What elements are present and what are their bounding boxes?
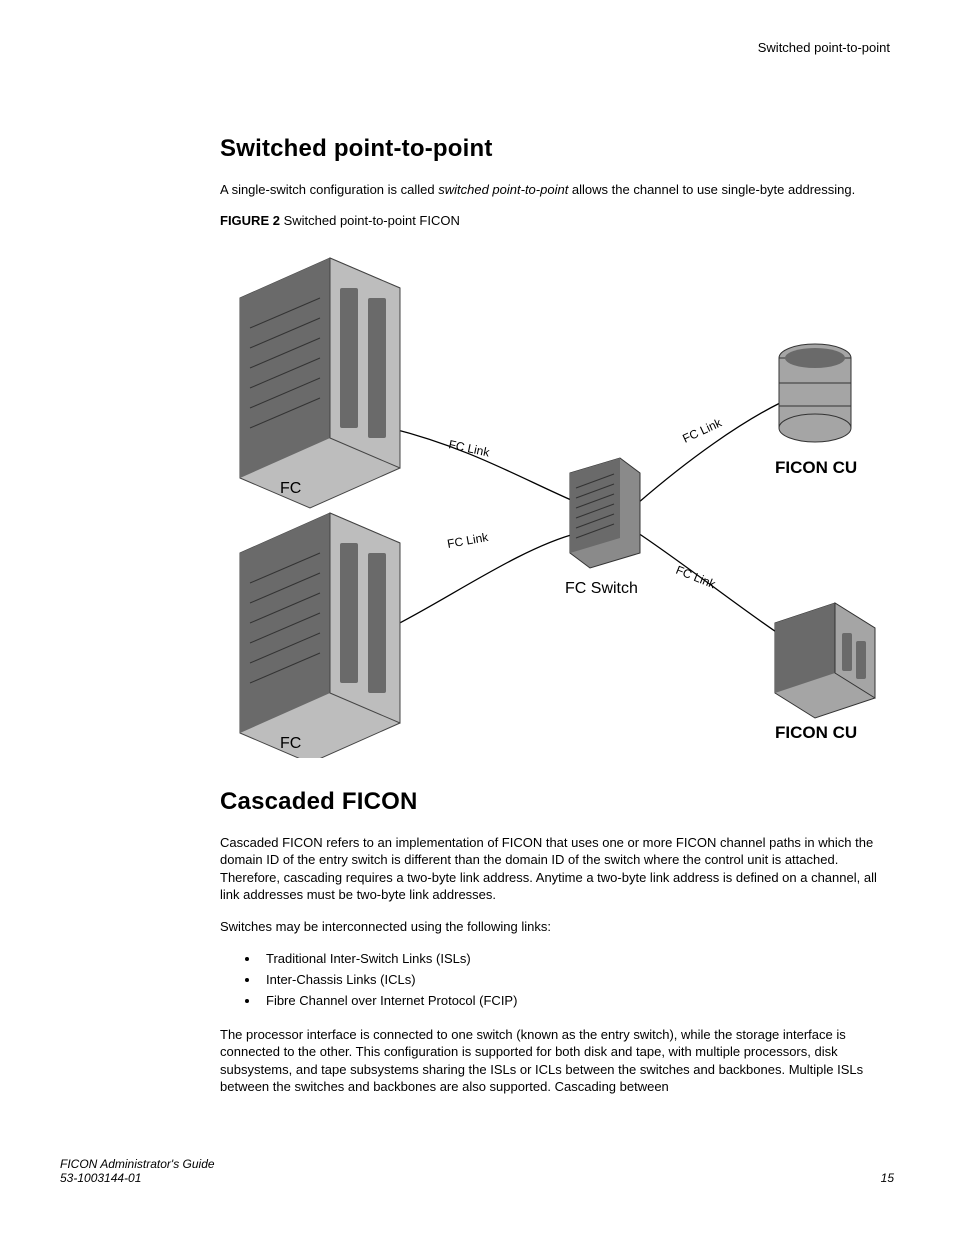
figure2-caption: FIGURE 2 Switched point-to-point FICON xyxy=(220,213,890,228)
page-container: Switched point-to-point Switched point-t… xyxy=(0,0,954,1235)
figure2-svg: FC Link FC Link FC Link FC Link xyxy=(220,238,900,758)
para-cascaded-2: Switches may be interconnected using the… xyxy=(220,918,890,936)
server-rack-bottom xyxy=(240,513,400,758)
ficon-cu-top-icon xyxy=(779,344,851,442)
list-item: Inter-Chassis Links (ICLs) xyxy=(260,970,890,991)
para-cascaded-1: Cascaded FICON refers to an implementati… xyxy=(220,834,890,904)
para-cascaded-3: The processor interface is connected to … xyxy=(220,1026,890,1096)
figure2-label: FIGURE 2 xyxy=(220,213,280,228)
content-column: Switched point-to-point A single-switch … xyxy=(220,135,890,1096)
wire-cu-top xyxy=(638,403,780,503)
ficon-cu-top-label: FICON CU xyxy=(775,458,857,477)
wire-fc-bottom xyxy=(390,533,578,628)
server-rack-top xyxy=(240,258,400,508)
heading-cascaded-ficon: Cascaded FICON xyxy=(220,788,890,816)
fc-link-label-4: FC Link xyxy=(674,562,719,591)
page-footer: FICON Administrator's Guide 53-1003144-0… xyxy=(60,1157,894,1185)
figure2-caption-text: Switched point-to-point FICON xyxy=(280,213,460,228)
para-frag-italic: switched point-to-point xyxy=(438,182,568,197)
fc-link-label-3: FC Link xyxy=(680,415,724,446)
figure2-diagram: FC Link FC Link FC Link FC Link xyxy=(220,238,900,758)
fc-label-bottom: FC xyxy=(280,735,301,752)
footer-guide-title: FICON Administrator's Guide xyxy=(60,1157,215,1171)
footer-page-number: 15 xyxy=(881,1171,894,1185)
para-frag-b: allows the channel to use single-byte ad… xyxy=(568,182,855,197)
para-frag-a: A single-switch configuration is called xyxy=(220,182,438,197)
fc-label-top: FC xyxy=(280,480,301,497)
running-header: Switched point-to-point xyxy=(60,40,894,55)
footer-left: FICON Administrator's Guide 53-1003144-0… xyxy=(60,1157,215,1185)
link-types-list: Traditional Inter-Switch Links (ISLs) In… xyxy=(260,949,890,1011)
footer-doc-number: 53-1003144-01 xyxy=(60,1171,215,1185)
para-switched-intro: A single-switch configuration is called … xyxy=(220,181,890,199)
fc-link-label-1: FC Link xyxy=(447,437,491,459)
fc-switch-icon xyxy=(570,458,640,568)
ficon-cu-bottom-icon xyxy=(775,603,875,718)
list-item: Fibre Channel over Internet Protocol (FC… xyxy=(260,991,890,1012)
fc-link-label-2: FC Link xyxy=(446,529,490,550)
fc-switch-label: FC Switch xyxy=(565,580,638,597)
heading-switched-point-to-point: Switched point-to-point xyxy=(220,135,890,163)
list-item: Traditional Inter-Switch Links (ISLs) xyxy=(260,949,890,970)
wire-fc-top xyxy=(390,428,578,503)
ficon-cu-bottom-label: FICON CU xyxy=(775,723,857,742)
